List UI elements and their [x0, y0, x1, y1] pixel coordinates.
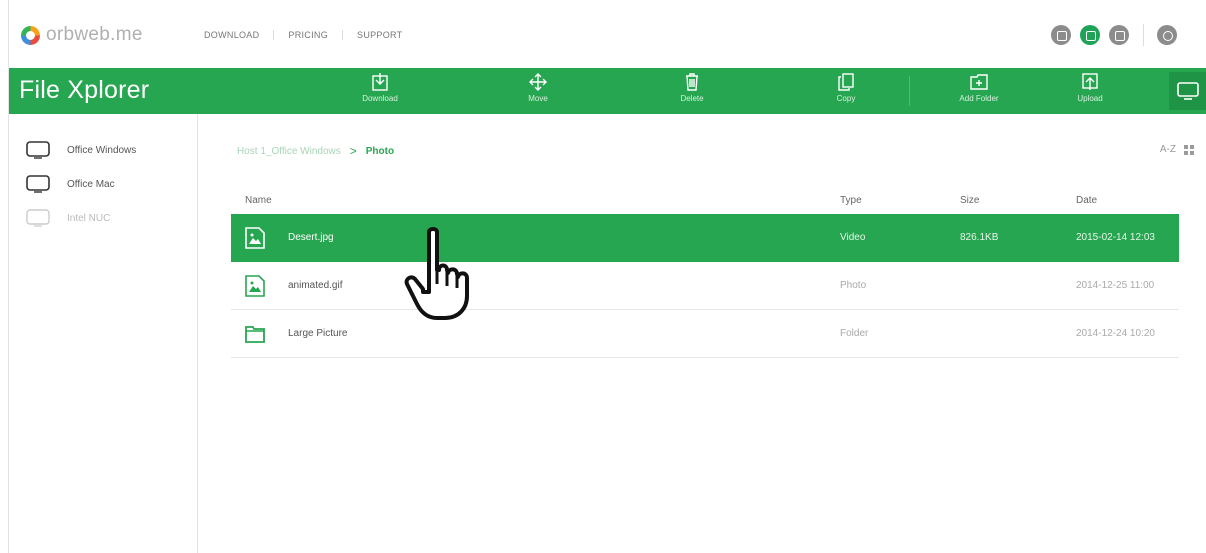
toolbar-divider: [909, 76, 910, 106]
logo-text: orbweb.me: [46, 24, 143, 45]
device-office-mac[interactable]: Office Mac: [9, 172, 197, 196]
delete-button[interactable]: Delete: [657, 72, 727, 103]
view-controls: A-Z: [1160, 144, 1194, 155]
nav-divider: [273, 30, 275, 40]
cell-type: Photo: [840, 280, 867, 291]
copy-icon: [838, 73, 854, 91]
device-panel-button[interactable]: [1169, 72, 1206, 110]
table-row[interactable]: Desert.jpg Video 826.1KB 2015-02-14 12:0…: [231, 214, 1179, 262]
top-nav: DOWNLOAD PRICING SUPPORT: [204, 30, 402, 40]
trash-icon: [686, 73, 698, 91]
move-icon: [529, 73, 547, 91]
upload-label: Upload: [1077, 94, 1103, 103]
image-file-icon: [245, 226, 265, 249]
cell-date: 2014-12-25 11:00: [1076, 280, 1155, 291]
cell-size: 826.1KB: [960, 232, 999, 243]
app-title: File Xplorer: [19, 76, 150, 104]
download-button[interactable]: Download: [345, 72, 415, 103]
app-window: orbweb.me DOWNLOAD PRICING SUPPORT File …: [8, 0, 1206, 553]
device-sidebar: Office Windows Office Mac Intel NUC: [9, 114, 198, 553]
image-file-icon: [245, 274, 265, 297]
folder-icon: [245, 325, 265, 343]
top-icons: [1042, 24, 1177, 46]
move-button[interactable]: Move: [503, 72, 573, 103]
monitor-icon: [26, 209, 50, 227]
move-label: Move: [528, 94, 548, 103]
cell-type: Video: [840, 232, 866, 243]
cell-name: Large Picture: [231, 323, 840, 345]
toolbar: File Xplorer Download Move Delete Copy A…: [9, 68, 1206, 114]
settings-icon[interactable]: [1109, 25, 1129, 45]
table-row[interactable]: animated.gif Photo 2014-12-25 11:00: [231, 262, 1179, 310]
orbweb-logo-icon: [21, 25, 40, 45]
table-header: Name Type Size Date: [231, 186, 1179, 214]
sort-button[interactable]: A-Z: [1160, 144, 1176, 155]
file-name: animated.gif: [288, 280, 343, 291]
monitor-icon: [26, 141, 50, 159]
cell-type: Folder: [840, 328, 869, 339]
nav-download[interactable]: DOWNLOAD: [204, 30, 259, 40]
grid-view-icon[interactable]: [1184, 144, 1194, 155]
monitor-icon: [26, 175, 50, 193]
device-office-windows[interactable]: Office Windows: [9, 138, 197, 162]
header-date[interactable]: Date: [1076, 195, 1179, 206]
logo[interactable]: orbweb.me: [21, 24, 143, 46]
nav-pricing[interactable]: PRICING: [288, 30, 328, 40]
download-icon: [372, 73, 388, 91]
user-icon[interactable]: [1157, 25, 1177, 45]
table-row[interactable]: Large Picture Folder 2014-12-24 10:20: [231, 310, 1179, 358]
file-table: Name Type Size Date Desert.jpg Video 826…: [231, 186, 1179, 358]
cell-name: animated.gif: [231, 274, 840, 297]
device-label: Office Windows: [67, 144, 137, 156]
delete-label: Delete: [680, 94, 704, 103]
upload-button[interactable]: Upload: [1055, 72, 1125, 103]
copy-label: Copy: [836, 94, 856, 103]
chat-icon[interactable]: [1051, 25, 1071, 45]
device-intel-nuc[interactable]: Intel NUC: [9, 206, 197, 230]
add-folder-label: Add Folder: [959, 94, 999, 103]
header-name[interactable]: Name: [231, 195, 840, 206]
cell-name: Desert.jpg: [231, 226, 840, 249]
header-type[interactable]: Type: [840, 195, 960, 206]
breadcrumb-separator: >: [349, 144, 357, 158]
hand-pointer-cursor-icon: [404, 227, 469, 320]
upload-icon: [1082, 73, 1098, 90]
cell-date: 2015-02-14 12:03: [1076, 232, 1155, 243]
add-folder-icon: [970, 74, 988, 90]
top-icons-divider: [1143, 24, 1144, 46]
cell-date: 2014-12-24 10:20: [1076, 328, 1155, 339]
monitor-icon: [1177, 82, 1199, 100]
folder-icon[interactable]: [1080, 25, 1100, 45]
device-label: Intel NUC: [67, 212, 111, 224]
device-label: Office Mac: [67, 178, 115, 190]
breadcrumb-host[interactable]: Host 1_Office Windows: [237, 146, 341, 157]
breadcrumb-current: Photo: [365, 145, 395, 157]
header-size[interactable]: Size: [960, 195, 1076, 206]
nav-divider: [342, 30, 344, 40]
nav-support[interactable]: SUPPORT: [357, 30, 402, 40]
top-bar: orbweb.me DOWNLOAD PRICING SUPPORT: [9, 0, 1206, 68]
add-folder-button[interactable]: Add Folder: [944, 72, 1014, 103]
download-label: Download: [362, 94, 398, 103]
file-name: Large Picture: [288, 328, 348, 339]
file-name: Desert.jpg: [288, 232, 334, 243]
breadcrumb: Host 1_Office Windows > Photo: [237, 144, 394, 158]
copy-button[interactable]: Copy: [811, 72, 881, 103]
